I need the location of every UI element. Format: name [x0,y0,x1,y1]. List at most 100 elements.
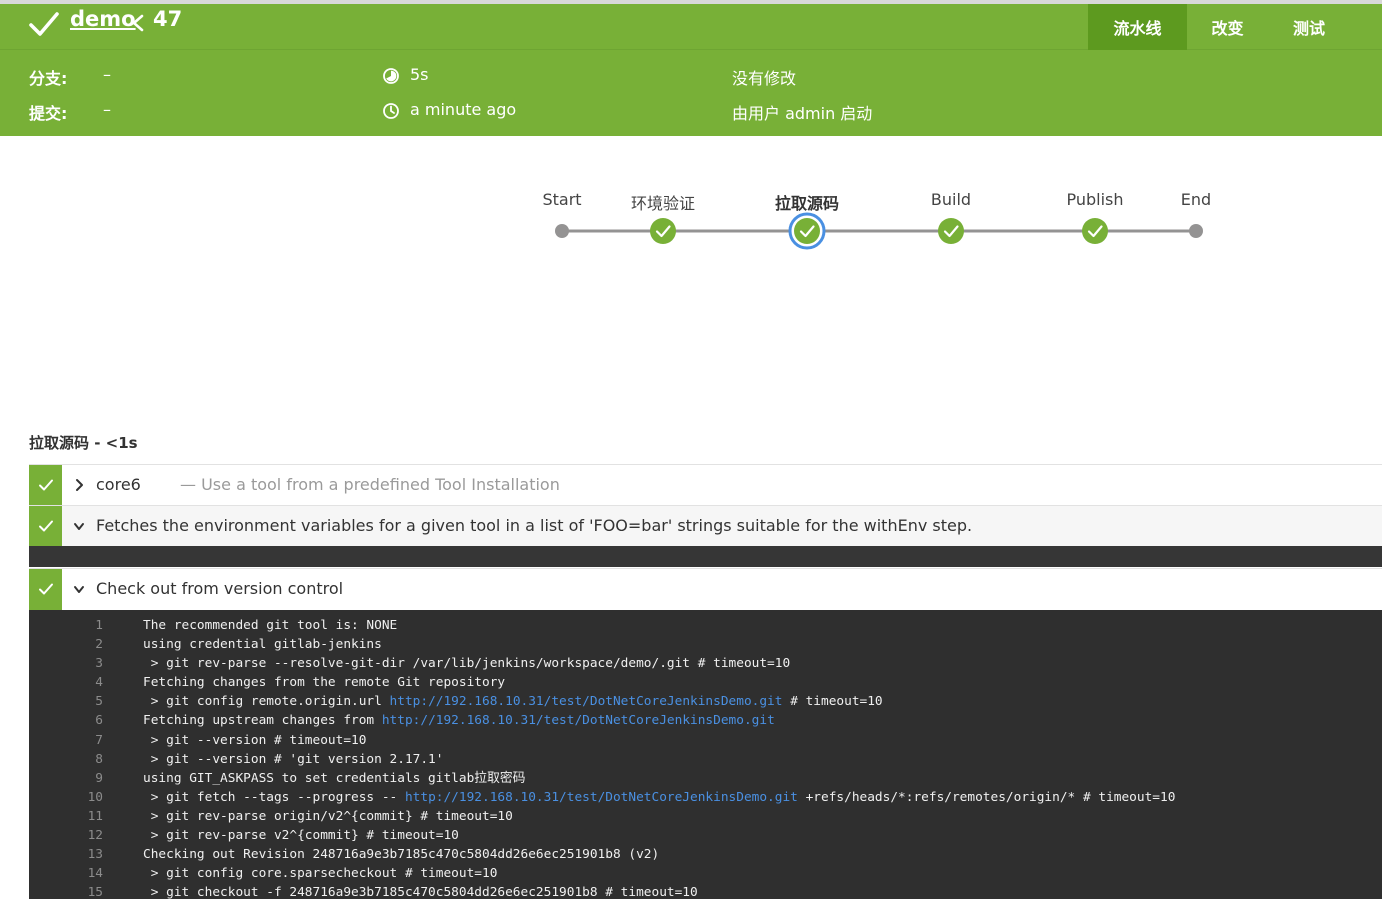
log-line: 9 using GIT_ASKPASS to set credentials gi… [29,769,1382,788]
tab-pipeline[interactable]: 流水线 [1088,4,1187,50]
console-log[interactable]: 1 The recommended git tool is: NONE 2 using… [29,610,1382,899]
step-name: core6 [96,475,141,494]
tab-artifacts[interactable]: 制 [1350,4,1382,50]
branch-value: – [103,65,111,84]
log-text: > git rev-parse --resolve-git-dir /var/l… [143,654,790,673]
log-text: Fetching upstream changes from http://19… [143,711,775,730]
repo-url-link[interactable]: http://192.168.10.31/test/DotNetCoreJenk… [390,694,783,709]
log-segment: > git fetch --tags --progress -- [143,789,405,805]
chevron-left-icon[interactable] [131,14,145,32]
line-number[interactable]: 1 [29,616,103,635]
line-number[interactable]: 14 [29,864,103,883]
log-text: Checking out Revision 248716a9e3b7185c47… [143,845,659,864]
log-line: 2 using credential gitlab-jenkins [29,635,1382,654]
run-duration: 5s [410,65,429,84]
stage-label-3[interactable]: Build [931,190,971,209]
log-line: 12 > git rev-parse v2^{commit} # timeout… [29,826,1382,845]
tab-changes[interactable]: 改变 [1187,4,1268,50]
pipeline-track [555,212,1203,250]
log-segment: Fetching upstream changes from [143,713,382,729]
pipeline-name-link[interactable]: demo [70,7,136,31]
repo-url-link[interactable]: http://192.168.10.31/test/DotNetCoreJenk… [382,713,775,728]
line-number[interactable]: 3 [29,654,103,673]
line-number[interactable]: 8 [29,750,103,769]
step-log-empty [29,546,1382,567]
line-number[interactable]: 4 [29,673,103,692]
log-line: 5 > git config remote.origin.url http://… [29,692,1382,711]
log-segment: > git checkout -f 248716a9e3b7185c470c58… [143,885,698,899]
log-text: Fetching changes from the remote Git rep… [143,673,505,692]
stage-node-2[interactable] [788,212,826,250]
step-row-checkout[interactable]: Check out from version control [29,568,1382,610]
run-header: demo 47 流水线 改变 测试 制 分支: – 提交: – 5s a min… [0,4,1382,136]
step-status [29,465,62,505]
line-number[interactable]: 12 [29,826,103,845]
log-segment: > git config core.sparsecheckout # timeo… [143,866,498,882]
run-cause: 由用户 admin 启动 [732,104,873,123]
stage-label-4[interactable]: Publish [1066,190,1123,209]
step-row-fetch-env[interactable]: Fetches the environment variables for a … [29,505,1382,546]
line-number[interactable]: 2 [29,635,103,654]
log-segment: > git --version # 'git version 2.17.1' [143,751,444,767]
log-segment: # timeout=10 [782,694,883,710]
pipeline-graph: Start 环境验证 拉取源码 Build Publish End [0,136,1382,406]
log-line: 6 Fetching upstream changes from http://1… [29,711,1382,730]
commit-value: – [103,100,111,119]
chevron-right-icon[interactable] [73,478,85,492]
log-text: > git rev-parse origin/v2^{commit} # tim… [143,807,513,826]
log-line: 10 > git fetch --tags --progress -- http… [29,788,1382,807]
line-number[interactable]: 15 [29,883,103,899]
log-segment: > git rev-parse v2^{commit} # timeout=10 [143,828,459,844]
stage-label-1[interactable]: 环境验证 [631,190,695,214]
chevron-down-icon[interactable] [73,519,85,533]
log-text: using credential gitlab-jenkins [143,635,382,654]
log-segment: using credential gitlab-jenkins [143,637,382,653]
stage-label-0[interactable]: Start [542,190,581,209]
repo-url-link[interactable]: http://192.168.10.31/test/DotNetCoreJenk… [405,790,798,805]
check-icon [39,520,53,532]
line-number[interactable]: 11 [29,807,103,826]
log-text: > git config remote.origin.url http://19… [143,692,883,711]
step-row-core6[interactable]: core6 — Use a tool from a predefined Too… [29,464,1382,505]
log-line: 4 Fetching changes from the remote Git re… [29,673,1382,692]
log-segment: > git rev-parse origin/v2^{commit} # tim… [143,808,513,824]
log-text: > git rev-parse v2^{commit} # timeout=10 [143,826,459,845]
commit-label: 提交: [29,104,68,123]
log-segment: Checking out Revision 248716a9e3b7185c47… [143,847,660,863]
line-number[interactable]: 5 [29,692,103,711]
line-number[interactable]: 10 [29,788,103,807]
log-text: > git --version # timeout=10 [143,731,367,750]
step-status [29,569,62,610]
header-tabs: 流水线 改变 测试 制 [1088,4,1382,50]
duration-icon [383,68,399,84]
tab-tests[interactable]: 测试 [1268,4,1350,50]
line-number[interactable]: 6 [29,711,103,730]
stage-node-3[interactable] [938,218,964,244]
clock-icon [383,103,399,119]
line-number[interactable]: 7 [29,731,103,750]
log-text: > git checkout -f 248716a9e3b7185c470c58… [143,883,698,899]
stage-label-2[interactable]: 拉取源码 [775,190,839,214]
log-line: 7 > git --version # timeout=10 [29,731,1382,750]
run-started: a minute ago [410,100,517,119]
chevron-down-icon[interactable] [73,582,85,596]
success-check-icon [29,12,59,36]
step-name: Check out from version control [96,579,344,598]
log-line: 1 The recommended git tool is: NONE [29,616,1382,635]
stage-node-0[interactable] [555,224,569,238]
log-segment: The recommended git tool is: NONE [143,618,398,633]
log-line: 8 > git --version # 'git version 2.17.1' [29,750,1382,769]
log-text: > git fetch --tags --progress -- http://… [143,788,1176,807]
line-number[interactable]: 13 [29,845,103,864]
log-line: 15 > git checkout -f 248716a9e3b7185c470… [29,883,1382,899]
log-line: 13 Checking out Revision 248716a9e3b7185c… [29,845,1382,864]
stage-node-4[interactable] [1082,218,1108,244]
stage-node-1[interactable] [650,218,676,244]
step-name: Fetches the environment variables for a … [96,516,973,535]
log-segment: > git config remote.origin.url [143,694,390,710]
stage-node-5[interactable] [1189,224,1203,238]
log-line: 3 > git rev-parse --resolve-git-dir /var… [29,654,1382,673]
line-number[interactable]: 9 [29,769,103,788]
stage-label-5[interactable]: End [1181,190,1211,209]
log-segment: > git rev-parse --resolve-git-dir /var/l… [143,656,791,672]
